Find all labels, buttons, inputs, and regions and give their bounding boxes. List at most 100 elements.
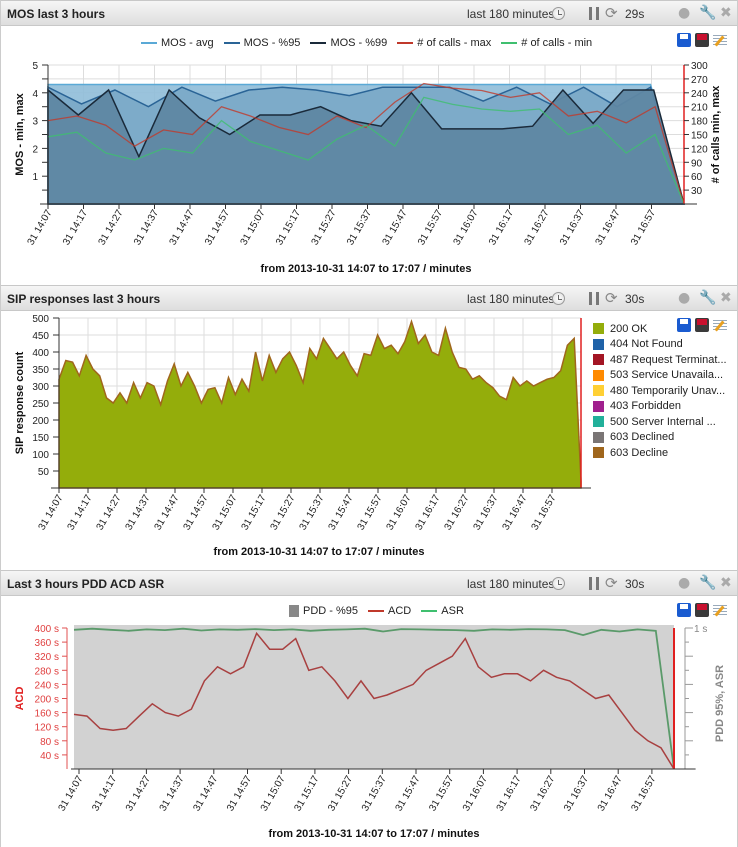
- sip-panel: SIP responses last 3 hours last 180 minu…: [0, 285, 738, 570]
- x-tick-label: 31 15:47: [327, 493, 356, 533]
- y2-axis-title: # of calls min, max: [710, 85, 722, 184]
- y-tick-label: 300: [32, 382, 49, 393]
- pdd-area: [74, 625, 674, 769]
- x-tick-label: 31 15:17: [293, 774, 322, 814]
- x-tick-label: 31 15:37: [298, 493, 327, 533]
- x-tick-label: 31 15:17: [240, 493, 269, 533]
- y-tick-label: 160 s: [35, 709, 59, 720]
- x-tick-label: 31 14:37: [124, 493, 153, 533]
- y2-tick-label: 120: [691, 144, 708, 155]
- y2-tick-label: 150: [691, 131, 708, 142]
- x-axis-title: from 2013-10-31 14:07 to 17:07 / minutes: [214, 546, 425, 558]
- x-tick-label: 31 14:47: [191, 774, 220, 814]
- x-tick-label: 31 14:27: [124, 774, 153, 814]
- y-tick-label: 2: [32, 144, 38, 155]
- y-tick-label: 400: [32, 348, 49, 359]
- x-tick-label: 31 14:37: [132, 208, 161, 248]
- x-tick-label: 31 16:07: [385, 493, 414, 533]
- y-tick-label: 150: [32, 433, 49, 444]
- x-tick-label: 31 15:07: [239, 208, 268, 248]
- pdd-panel: Last 3 hours PDD ACD ASR last 180 minute…: [0, 570, 738, 847]
- x-tick-label: 31 15:27: [326, 774, 355, 814]
- x-tick-label: 31 16:37: [558, 208, 587, 248]
- x-tick-label: 31 16:57: [530, 493, 559, 533]
- x-tick-label: 31 16:47: [501, 493, 530, 533]
- x-tick-label: 31 15:27: [310, 208, 339, 248]
- y-axis-title: SIP response count: [14, 351, 26, 454]
- x-tick-label: 31 16:37: [562, 774, 591, 814]
- x-tick-label: 31 14:27: [95, 493, 124, 533]
- x-tick-label: 31 15:57: [416, 208, 445, 248]
- x-tick-label: 31 14:57: [203, 208, 232, 248]
- y-tick-label: 320 s: [35, 652, 59, 663]
- x-tick-label: 31 14:07: [26, 208, 55, 248]
- y-tick-label: 1: [32, 172, 38, 183]
- x-tick-label: 31 15:17: [274, 208, 303, 248]
- y2-tick-label: 270: [691, 75, 708, 86]
- x-tick-label: 31 16:47: [596, 774, 625, 814]
- y-tick-label: 280 s: [35, 666, 59, 677]
- x-tick-label: 31 16:07: [461, 774, 490, 814]
- y2-tick-label: 90: [691, 158, 703, 169]
- pdd-chart: 40 s 80 s 120 s 160 s 200 s 240 s 280 s 320 s 36…: [14, 624, 726, 840]
- x-tick-label: 31 16:57: [629, 208, 658, 248]
- y-tick-label: 360 s: [35, 638, 59, 649]
- x-tick-label: 31 16:57: [630, 774, 659, 814]
- x-tick-label: 31 14:07: [37, 493, 66, 533]
- x-tick-label: 31 14:37: [158, 774, 187, 814]
- y-tick-label: 500: [32, 314, 49, 325]
- x-tick-label: 31 15:07: [259, 774, 288, 814]
- x-tick-label: 31 16:17: [487, 208, 516, 248]
- y-axis-title: MOS - min, max: [14, 92, 26, 175]
- y-tick-label: 200 s: [35, 695, 59, 706]
- y-tick-label: 4: [32, 89, 38, 100]
- y2-axis-title: PDD 95%, ASR: [714, 665, 726, 742]
- y-tick-label: 120 s: [35, 723, 59, 734]
- x-tick-label: 31 14:27: [97, 208, 126, 248]
- x-tick-label: 31 15:37: [360, 774, 389, 814]
- x-tick-label: 31 16:27: [443, 493, 472, 533]
- y-tick-label: 450: [32, 331, 49, 342]
- x-tick-label: 31 14:07: [57, 774, 86, 814]
- x-tick-label: 31 16:47: [594, 208, 623, 248]
- x-tick-label: 31 15:47: [381, 208, 410, 248]
- x-tick-label: 31 14:57: [225, 774, 254, 814]
- y2-tick-label: 1 s: [694, 624, 707, 635]
- y-tick-label: 200: [32, 416, 49, 427]
- sip-chart: 50 100 150 200 250 300 350 400 450 500 SIP respons…: [14, 314, 591, 558]
- x-axis-title: from 2013-10-31 14:07 to 17:07 / minutes: [269, 828, 480, 840]
- x-axis-title: from 2013-10-31 14:07 to 17:07 / minutes: [261, 263, 472, 275]
- x-tick-label: 31 16:07: [452, 208, 481, 248]
- y-tick-label: 80 s: [40, 737, 59, 748]
- y-tick-label: 100: [32, 450, 49, 461]
- y2-tick-label: 30: [691, 186, 703, 197]
- y-tick-label: 350: [32, 365, 49, 376]
- x-tick-label: 31 15:27: [269, 493, 298, 533]
- y2-tick-label: 180: [691, 117, 708, 128]
- x-tick-label: 31 14:17: [66, 493, 95, 533]
- y-tick-label: 40 s: [40, 751, 59, 762]
- y-tick-label: 250: [32, 399, 49, 410]
- y-tick-label: 3: [32, 117, 38, 128]
- x-tick-label: 31 15:07: [211, 493, 240, 533]
- y-tick-label: 400 s: [35, 624, 59, 635]
- x-tick-label: 31 14:17: [90, 774, 119, 814]
- x-tick-label: 31 15:57: [356, 493, 385, 533]
- x-tick-label: 31 16:17: [414, 493, 443, 533]
- x-tick-label: 31 14:47: [153, 493, 182, 533]
- x-tick-label: 31 15:57: [427, 774, 456, 814]
- series-area-200-ok: [58, 318, 582, 489]
- x-tick-label: 31 16:27: [523, 208, 552, 248]
- x-tick-label: 31 15:47: [394, 774, 423, 814]
- x-tick-label: 31 16:27: [528, 774, 557, 814]
- y2-tick-label: 300: [691, 61, 708, 72]
- x-tick-label: 31 16:17: [495, 774, 524, 814]
- y2-tick-label: 60: [691, 172, 703, 183]
- y-tick-label: 240 s: [35, 680, 59, 691]
- y-tick-label: 5: [32, 61, 38, 72]
- x-tick-label: 31 16:37: [472, 493, 501, 533]
- x-tick-label: 31 15:37: [345, 208, 374, 248]
- x-tick-label: 31 14:47: [168, 208, 197, 248]
- mos-panel: MOS last 3 hours last 180 minutes ⟳ 29s …: [0, 0, 738, 285]
- y-tick-label: 50: [38, 467, 50, 478]
